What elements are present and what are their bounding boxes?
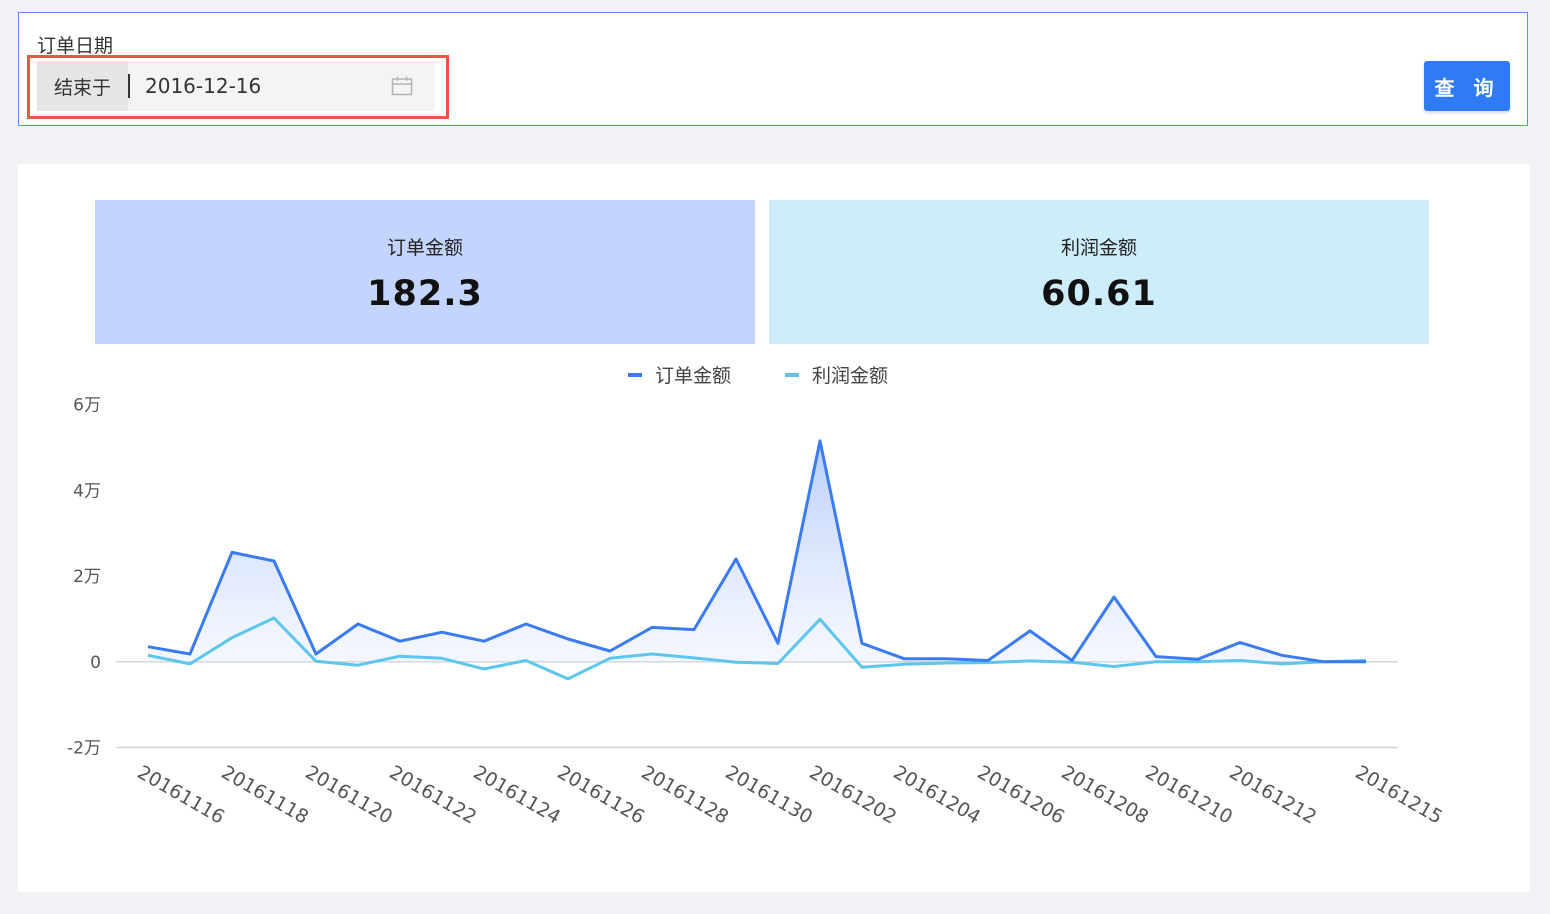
x-tick-label: 20161202 [806, 761, 901, 828]
date-input[interactable] [145, 61, 375, 111]
filter-label: 订单日期 [37, 35, 114, 57]
y-tick-label: -2万 [67, 739, 101, 759]
x-tick-label: 20161116 [134, 761, 229, 828]
filter-panel: 订单日期 结束于 查 询 [18, 12, 1528, 126]
line-chart: 6万4万2万0-2万201611162016111820161120201611… [67, 365, 1447, 829]
query-button[interactable]: 查 询 [1424, 61, 1510, 111]
x-tick-label: 20161208 [1058, 761, 1153, 828]
x-tick-label: 20161122 [386, 761, 481, 828]
y-tick-label: 4万 [73, 481, 101, 501]
x-tick-label: 20161212 [1226, 761, 1321, 828]
x-tick-label: 20161128 [638, 761, 733, 828]
x-tick-label: 20161210 [1142, 761, 1237, 828]
x-tick-label: 20161206 [974, 761, 1069, 828]
x-tick-label: 20161204 [890, 761, 985, 828]
y-tick-label: 0 [90, 653, 101, 673]
dashboard-panel: 订单金额 182.3 利润金额 60.61 6万 4万 2万 0 -2万 20161116… [18, 164, 1530, 892]
y-tick-label: 6万 [73, 396, 101, 416]
legend-label: 订单金额 [655, 365, 731, 387]
x-tick-label: 20161124 [470, 761, 565, 828]
series-area-0 [148, 440, 1366, 662]
date-prefix: 结束于 [37, 61, 128, 111]
x-tick-label: 20161130 [722, 761, 817, 828]
x-tick-label: 20161120 [302, 761, 397, 828]
y-tick-label: 2万 [73, 567, 101, 587]
prefix-separator [128, 74, 130, 98]
date-range-picker[interactable]: 结束于 [37, 61, 435, 111]
x-tick-label: 20161215 [1352, 761, 1447, 828]
x-tick-label: 20161126 [554, 761, 649, 828]
legend-label: 利润金额 [812, 365, 888, 387]
x-tick-label: 20161118 [218, 761, 313, 828]
calendar-icon[interactable] [391, 76, 413, 96]
